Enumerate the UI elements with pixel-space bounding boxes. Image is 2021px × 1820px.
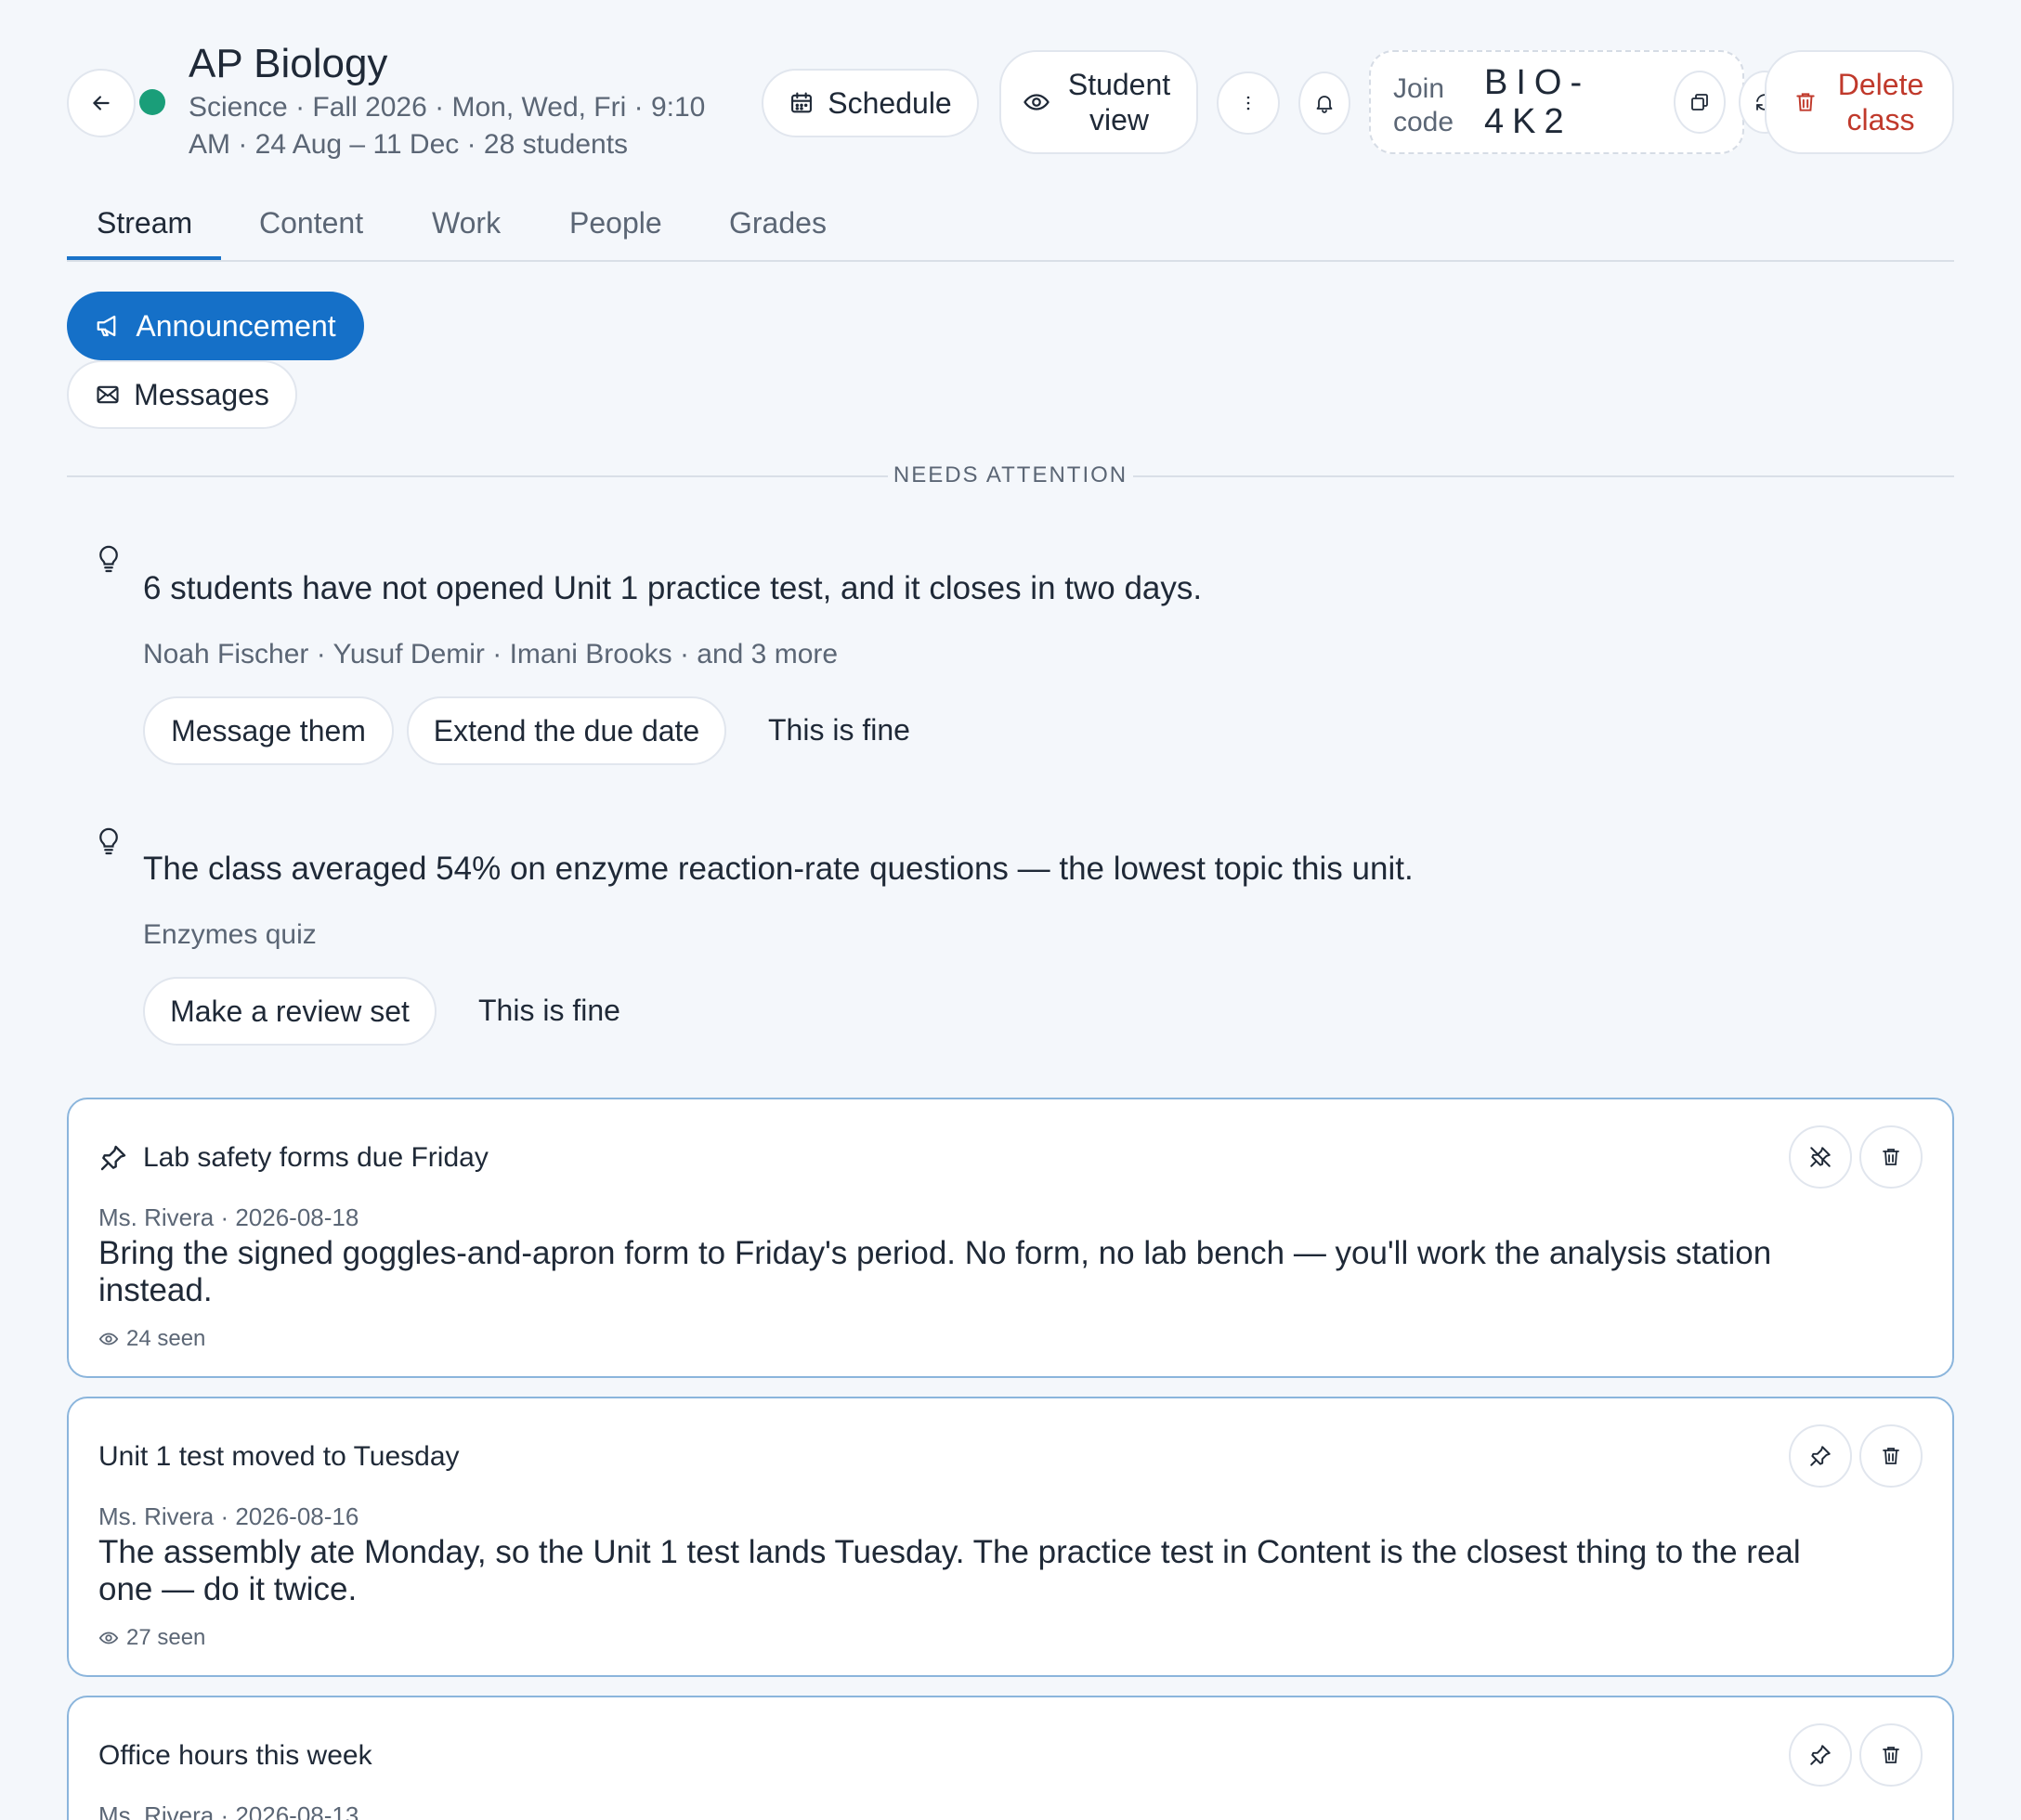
delete-class-label: Delete class (1837, 68, 1924, 136)
announcement-button[interactable]: Announcement (67, 292, 364, 360)
announcement-title: Lab safety forms due Friday (143, 1142, 489, 1173)
join-code-value: BIO-4K2 (1484, 63, 1591, 141)
extend-due-date-button[interactable]: Extend the due date (407, 696, 726, 765)
insight-card: The class averaged 54% on enzyme reactio… (67, 821, 1954, 1046)
pin-icon (1810, 1446, 1831, 1466)
more-vertical-icon (1246, 96, 1250, 110)
insight-detail: Enzymes quiz (143, 919, 317, 950)
insight-text: 6 students have not opened Unit 1 practi… (143, 570, 1203, 606)
pin-icon (1810, 1745, 1831, 1765)
tab-stream[interactable]: Stream (97, 206, 192, 240)
announcement-card: Lab safety forms due Friday Ms. Rivera ·… (67, 1098, 1954, 1378)
copy-icon (1691, 94, 1708, 110)
unpin-icon (1810, 1147, 1831, 1167)
copy-code-button[interactable] (1674, 71, 1726, 134)
active-tab-indicator (67, 256, 221, 260)
seen-count: 27 seen (126, 1625, 206, 1650)
trash-icon (1883, 1149, 1899, 1165)
dismiss-insight-button[interactable]: This is fine (768, 713, 910, 748)
tab-grades[interactable]: Grades (729, 206, 827, 240)
join-code-box: Join code BIO-4K2 (1369, 50, 1791, 154)
announcement-title-row: Unit 1 test moved to Tuesday (98, 1441, 460, 1473)
student-view-button[interactable]: Student view (999, 50, 1198, 154)
announcement-meta: Ms. Rivera · 2026-08-13 (98, 1801, 359, 1820)
announcement-body: Bring the signed goggles-and-apron form … (98, 1235, 1772, 1308)
tab-people[interactable]: People (569, 206, 662, 240)
class-meta: Science · Fall 2026 · Mon, Wed, Fri · 9:… (189, 92, 706, 160)
delete-announcement-button[interactable] (1859, 1424, 1923, 1488)
envelope-icon (97, 385, 119, 404)
needs-attention-heading: NEEDS ATTENTION (893, 462, 1128, 488)
schedule-label: Schedule (828, 85, 952, 120)
announcement-card: Office hours this week Ms. Rivera · 2026… (67, 1696, 1954, 1820)
unpin-button[interactable] (1789, 1125, 1852, 1189)
announcement-meta: Ms. Rivera · 2026-08-18 (98, 1203, 359, 1231)
pin-icon (100, 1145, 126, 1171)
delete-announcement-button[interactable] (1859, 1723, 1923, 1787)
seen-count: 24 seen (126, 1326, 206, 1351)
more-options-button[interactable] (1217, 72, 1280, 135)
announcement-seen: 27 seen (98, 1625, 205, 1651)
class-status-dot (139, 89, 165, 115)
trash-icon (1883, 1747, 1899, 1763)
announcement-card: Unit 1 test moved to Tuesday Ms. Rivera … (67, 1397, 1954, 1677)
trash-icon (1796, 93, 1815, 111)
announcement-title: Unit 1 test moved to Tuesday (98, 1441, 460, 1472)
delete-class-button[interactable]: Delete class (1765, 50, 1954, 154)
tab-content[interactable]: Content (259, 206, 363, 240)
announcement-body: The assembly ate Monday, so the Unit 1 t… (98, 1534, 1801, 1607)
student-view-label: Student view (1067, 68, 1171, 136)
insight-card: 6 students have not opened Unit 1 practi… (67, 539, 1954, 780)
messages-button[interactable]: Messages (67, 360, 297, 429)
insight-text: The class averaged 54% on enzyme reactio… (143, 851, 1414, 887)
lightbulb-icon (99, 545, 118, 573)
trash-icon (1883, 1448, 1899, 1464)
class-tabs: Stream Content Work People Grades (67, 195, 1954, 262)
back-button[interactable] (67, 69, 136, 137)
lightbulb-icon (99, 827, 118, 855)
class-header: AP Biology Science · Fall 2026 · Mon, We… (67, 0, 1954, 176)
notifications-button[interactable] (1298, 72, 1350, 135)
arrow-left-icon (93, 96, 110, 110)
announcement-title-row: Office hours this week (98, 1740, 372, 1772)
eye-icon (1024, 94, 1050, 110)
eye-icon (98, 1632, 119, 1644)
pin-button[interactable] (1789, 1424, 1852, 1488)
announcement-title: Office hours this week (98, 1740, 372, 1771)
needs-attention-divider-right (1133, 475, 1954, 477)
delete-announcement-button[interactable] (1859, 1125, 1923, 1189)
eye-icon (98, 1332, 119, 1346)
insight-detail: Noah Fischer · Yusuf Demir · Imani Brook… (143, 639, 839, 670)
megaphone-icon (97, 315, 116, 337)
announcement-meta: Ms. Rivera · 2026-08-16 (98, 1502, 359, 1530)
bell-icon (1316, 96, 1333, 113)
message-them-button[interactable]: Message them (143, 696, 394, 765)
needs-attention-divider-left (67, 475, 888, 477)
calendar-icon (791, 92, 813, 113)
tab-work[interactable]: Work (432, 206, 501, 240)
announcement-label: Announcement (136, 308, 336, 343)
dismiss-insight-button[interactable]: This is fine (478, 994, 620, 1028)
pin-button[interactable] (1789, 1723, 1852, 1787)
announcement-title-row: Lab safety forms due Friday (98, 1142, 489, 1174)
announcement-seen: 24 seen (98, 1326, 205, 1352)
class-title: AP Biology (189, 41, 388, 86)
messages-label: Messages (134, 377, 269, 411)
make-review-set-button[interactable]: Make a review set (143, 977, 437, 1046)
join-code-label: Join code (1393, 73, 1454, 137)
schedule-button[interactable]: Schedule (762, 69, 979, 137)
class-stream-page: AP Biology Science · Fall 2026 · Mon, We… (0, 0, 2021, 1820)
